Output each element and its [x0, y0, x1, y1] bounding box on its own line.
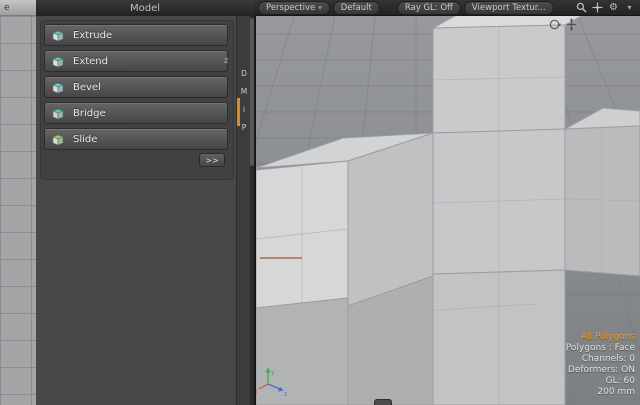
- axis-z-label: z: [284, 391, 287, 398]
- crosshair-icon[interactable]: [591, 2, 604, 14]
- status-all-polygons: All Polygons: [566, 332, 635, 343]
- viewport-status: All Polygons Polygons : Face Channels: 0…: [566, 332, 635, 398]
- bevel-icon: [49, 80, 67, 95]
- status-polygons-mode: Polygons : Face: [566, 343, 635, 354]
- toolbox-panel: Extrude Extend Bevel: [36, 16, 254, 405]
- app-window: e Model Perspective ▾ Default Ray GL: Of…: [0, 0, 640, 405]
- status-gl: GL: 60: [566, 376, 635, 387]
- gear-icon[interactable]: ⚙: [607, 2, 620, 14]
- left-pane-tab-label: e: [4, 3, 10, 13]
- search-icon[interactable]: [575, 2, 588, 14]
- orbit-icon[interactable]: [548, 18, 561, 31]
- side-tab-i[interactable]: i: [237, 102, 251, 118]
- shading-dropdown[interactable]: Default: [333, 1, 380, 15]
- side-tab-d[interactable]: D: [237, 66, 251, 82]
- extrude-icon: [49, 28, 67, 43]
- side-tab-p[interactable]: P: [237, 120, 251, 136]
- viewport-header: Perspective ▾ Default Ray GL: Off Viewpo…: [254, 0, 640, 16]
- status-deformers: Deformers: ON: [566, 365, 635, 376]
- status-channels: Channels: 0: [566, 354, 635, 365]
- bridge-icon: [49, 106, 67, 121]
- extend-shortcut-hint: z: [224, 56, 228, 65]
- bevel-button[interactable]: Bevel: [44, 76, 228, 98]
- tool-group: Extrude Extend Bevel: [40, 20, 234, 180]
- slide-label: Slide: [73, 134, 97, 145]
- toolbox-header: Model: [36, 0, 254, 17]
- left-viewport-strip[interactable]: [0, 16, 37, 405]
- ray-gl-label: Ray GL: Off: [405, 3, 453, 13]
- viewport-texture-dropdown[interactable]: Viewport Textur...: [464, 1, 554, 15]
- slide-button[interactable]: Slide: [44, 128, 228, 150]
- header-chevron-down-icon[interactable]: ▾: [623, 2, 636, 14]
- 3d-viewport[interactable]: y z x All Polygons Polygons : Face Chann…: [256, 16, 640, 405]
- axis-y-label: y: [271, 369, 275, 376]
- extend-icon: [49, 54, 67, 69]
- perspective-dropdown[interactable]: Perspective ▾: [258, 1, 330, 15]
- pan-icon[interactable]: [565, 18, 578, 31]
- more-tools-button[interactable]: >>: [199, 153, 225, 167]
- form-tab-strip: D M i P: [236, 16, 250, 405]
- shading-label: Default: [341, 3, 372, 13]
- slide-icon: [49, 132, 67, 147]
- extend-label: Extend: [73, 56, 108, 67]
- viewport-nav-icons: [548, 18, 578, 31]
- status-grid-size: 200 mm: [566, 387, 635, 398]
- chevron-down-icon: ▾: [318, 3, 322, 13]
- viewport-texture-label: Viewport Textur...: [472, 3, 546, 13]
- cube-face-lower-left: [256, 298, 348, 405]
- bridge-label: Bridge: [73, 108, 106, 119]
- splitter-handle[interactable]: [374, 399, 392, 405]
- perspective-label: Perspective: [266, 3, 315, 13]
- extrude-label: Extrude: [73, 30, 112, 41]
- side-tab-m[interactable]: M: [237, 84, 251, 100]
- extrude-button[interactable]: Extrude: [44, 24, 228, 46]
- left-pane-tab[interactable]: e: [0, 0, 36, 16]
- bridge-button[interactable]: Bridge: [44, 102, 228, 124]
- bevel-label: Bevel: [73, 82, 101, 93]
- toolbox-title: Model: [130, 3, 160, 14]
- ray-gl-toggle[interactable]: Ray GL: Off: [397, 1, 461, 15]
- extend-button[interactable]: Extend: [44, 50, 228, 72]
